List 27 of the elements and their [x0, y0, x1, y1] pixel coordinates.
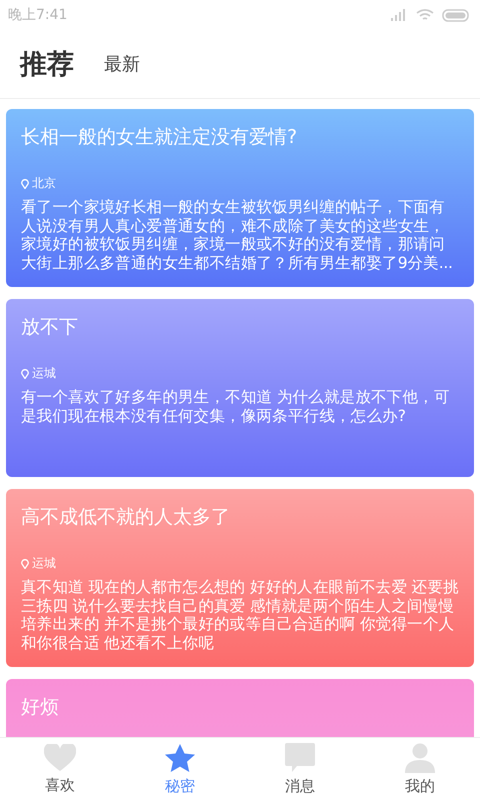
post-body: 有一个喜欢了好多年的男生，不知道 为什么就是放不下他，可是我们现在根本没有任何交集，像两条平行线，怎么办?	[21, 388, 451, 425]
location-pin-icon	[21, 558, 29, 568]
battery-icon	[442, 8, 470, 22]
post-title: 放不下	[21, 315, 79, 340]
post-body: 看了一个家境好长相一般的女生被软饭男纠缠的帖子，下面有人说没有男人真心爱普通女的，难不成除了美女的这些女生，家境好的被软饭男纠缠，家境一般或不好的没有爱情，那请问大街上那么多普通的女生都不结婚了？所有男生都娶了9分美...	[21, 198, 454, 272]
chat-icon[interactable]	[284, 742, 316, 772]
nav-tab-label[interactable]: 消息	[285, 776, 315, 796]
post-title: 好烦	[21, 695, 60, 720]
star-icon[interactable]	[164, 742, 196, 772]
location-pin-icon	[21, 178, 29, 188]
nav-tab-label[interactable]: 喜欢	[45, 776, 75, 794]
wifi-icon	[416, 8, 434, 22]
status-time: 晚上7:41	[8, 6, 68, 24]
person-icon[interactable]	[404, 742, 436, 772]
post-title: 高不成低不就的人太多了	[21, 505, 231, 530]
post-title: 长相一般的女生就注定没有爱情?	[21, 125, 298, 150]
post-card[interactable]: 长相一般的女生就注定没有爱情? 北京 看了一个家境好长相一般的女生被软饭男纠缠的帖子，下面有人说没有男人真心爱普通女的，难不成除了美女的这些女生，家境好的被软饭男纠缠，家境一般或不好的没有爱情，那请问大街上那么多普通的女生都不结婚了？所有男生都娶了9分美...	[6, 109, 474, 287]
header-tab[interactable]: 最新	[104, 52, 140, 76]
post-location: 运城	[32, 365, 56, 382]
post-location: 运城	[32, 555, 56, 572]
post-location: 北京	[32, 175, 56, 192]
post-body: 真不知道 现在的人都市怎么想的 好好的人在眼前不去爱 还要挑三拣四 说什么要去找自己的真爱 感情就是两个陌生人之间慢慢培养出来的 并不是挑个最好的或等自己合适的啊 你觉得一个人和你很合适 他还看不上你呢	[21, 578, 460, 652]
nav-tab-label[interactable]: 我的	[405, 776, 435, 796]
heart-icon[interactable]	[44, 744, 76, 772]
signal-icon	[390, 9, 408, 21]
header-tab[interactable]: 推荐	[20, 46, 74, 82]
location-pin-icon	[21, 368, 29, 378]
